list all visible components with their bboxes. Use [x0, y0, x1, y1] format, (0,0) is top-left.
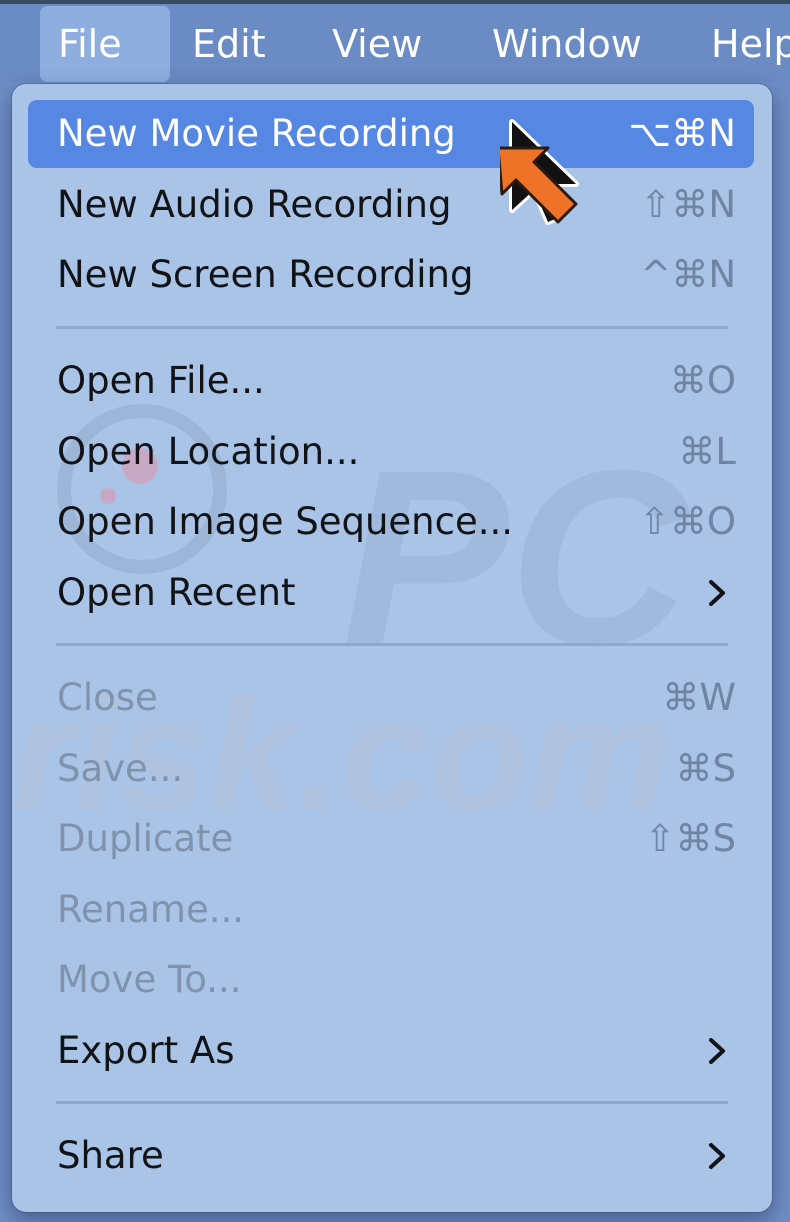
menu-item-shortcut: ⌘S — [675, 747, 737, 790]
menu-item-label: Rename... — [57, 888, 245, 931]
file-menu-dropdown: PC risk.com New Movie Recording ⌥⌘N New … — [12, 84, 772, 1212]
menu-item-shortcut: ⌘O — [669, 359, 736, 402]
menu-item-shortcut: ⇧⌘N — [640, 183, 736, 226]
menu-item-label: Open Location... — [57, 430, 360, 473]
menu-item-label: Open File... — [57, 359, 265, 402]
chevron-right-icon — [709, 580, 725, 606]
menu-item-export-as[interactable]: Export As — [28, 1017, 754, 1085]
menu-item-label: New Screen Recording — [57, 253, 474, 296]
menubar-help[interactable]: Help — [711, 6, 790, 82]
menu-bar: File Edit View Window Help — [0, 0, 790, 82]
menu-item-close: Close ⌘W — [28, 664, 754, 732]
menu-item-label: Move To... — [57, 958, 242, 1001]
menu-item-save: Save... ⌘S — [28, 735, 754, 803]
menu-item-open-file[interactable]: Open File... ⌘O — [28, 347, 754, 415]
menu-item-duplicate: Duplicate ⇧⌘S — [28, 805, 754, 873]
menu-item-shortcut: ⌘W — [662, 676, 736, 719]
menu-item-new-movie-recording[interactable]: New Movie Recording ⌥⌘N — [28, 100, 754, 168]
menu-item-open-recent[interactable]: Open Recent — [28, 559, 754, 627]
menu-separator — [56, 326, 728, 329]
menu-item-label: Open Recent — [57, 571, 296, 614]
menubar-window[interactable]: Window — [492, 6, 642, 82]
menu-item-label: New Movie Recording — [57, 112, 456, 155]
menu-separator — [56, 643, 728, 646]
menu-separator — [56, 1101, 728, 1104]
menu-item-open-location[interactable]: Open Location... ⌘L — [28, 418, 754, 486]
menu-item-share[interactable]: Share — [28, 1122, 754, 1190]
menu-item-rename: Rename... — [28, 876, 754, 944]
menu-item-new-screen-recording[interactable]: New Screen Recording ^⌘N — [28, 241, 754, 309]
menu-item-shortcut: ⌘L — [678, 430, 736, 473]
menu-item-new-audio-recording[interactable]: New Audio Recording ⇧⌘N — [28, 171, 754, 239]
menu-item-open-image-sequence[interactable]: Open Image Sequence... ⇧⌘O — [28, 488, 754, 556]
menu-item-shortcut: ⌥⌘N — [628, 112, 736, 155]
menu-item-label: Open Image Sequence... — [57, 500, 514, 543]
chevron-right-icon — [709, 1038, 725, 1064]
chevron-right-icon — [709, 1143, 725, 1169]
menubar-view[interactable]: View — [332, 6, 422, 82]
menu-item-label: Duplicate — [57, 817, 234, 860]
menu-item-shortcut: ^⌘N — [640, 253, 736, 296]
menubar-file[interactable]: File — [40, 6, 170, 82]
menu-item-shortcut: ⇧⌘O — [638, 500, 736, 543]
menubar-edit[interactable]: Edit — [192, 6, 266, 82]
menu-item-label: New Audio Recording — [57, 183, 452, 226]
menu-item-shortcut: ⇧⌘S — [644, 817, 737, 860]
menu-item-label: Close — [57, 676, 158, 719]
menu-item-move-to: Move To... — [28, 946, 754, 1014]
mouse-cursor-icon — [500, 119, 579, 225]
menu-item-label: Share — [57, 1134, 164, 1177]
menu-item-label: Export As — [57, 1029, 235, 1072]
menu-item-label: Save... — [57, 747, 184, 790]
